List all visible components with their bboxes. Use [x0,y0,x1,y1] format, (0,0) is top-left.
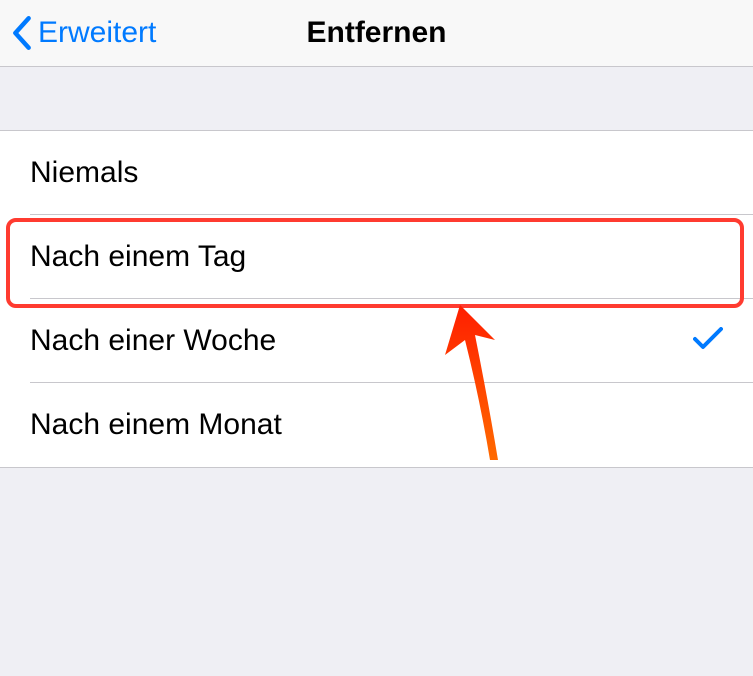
option-label: Nach einem Tag [30,240,723,274]
page-title: Entfernen [306,16,446,50]
option-never[interactable]: Niemals [0,131,753,215]
option-one-month[interactable]: Nach einem Monat [0,383,753,467]
option-label: Nach einem Monat [30,408,723,442]
chevron-left-icon [12,16,32,50]
options-list: Niemals Nach einem Tag Nach einer Woche … [0,131,753,468]
section-spacer [0,67,753,131]
option-label: Niemals [30,156,723,190]
option-one-day[interactable]: Nach einem Tag [0,215,753,299]
navigation-bar: Erweitert Entfernen [0,0,753,67]
option-label: Nach einer Woche [30,324,693,358]
back-button[interactable]: Erweitert [0,16,156,50]
back-label: Erweitert [38,16,156,50]
option-one-week[interactable]: Nach einer Woche [0,299,753,383]
checkmark-icon [693,327,723,356]
